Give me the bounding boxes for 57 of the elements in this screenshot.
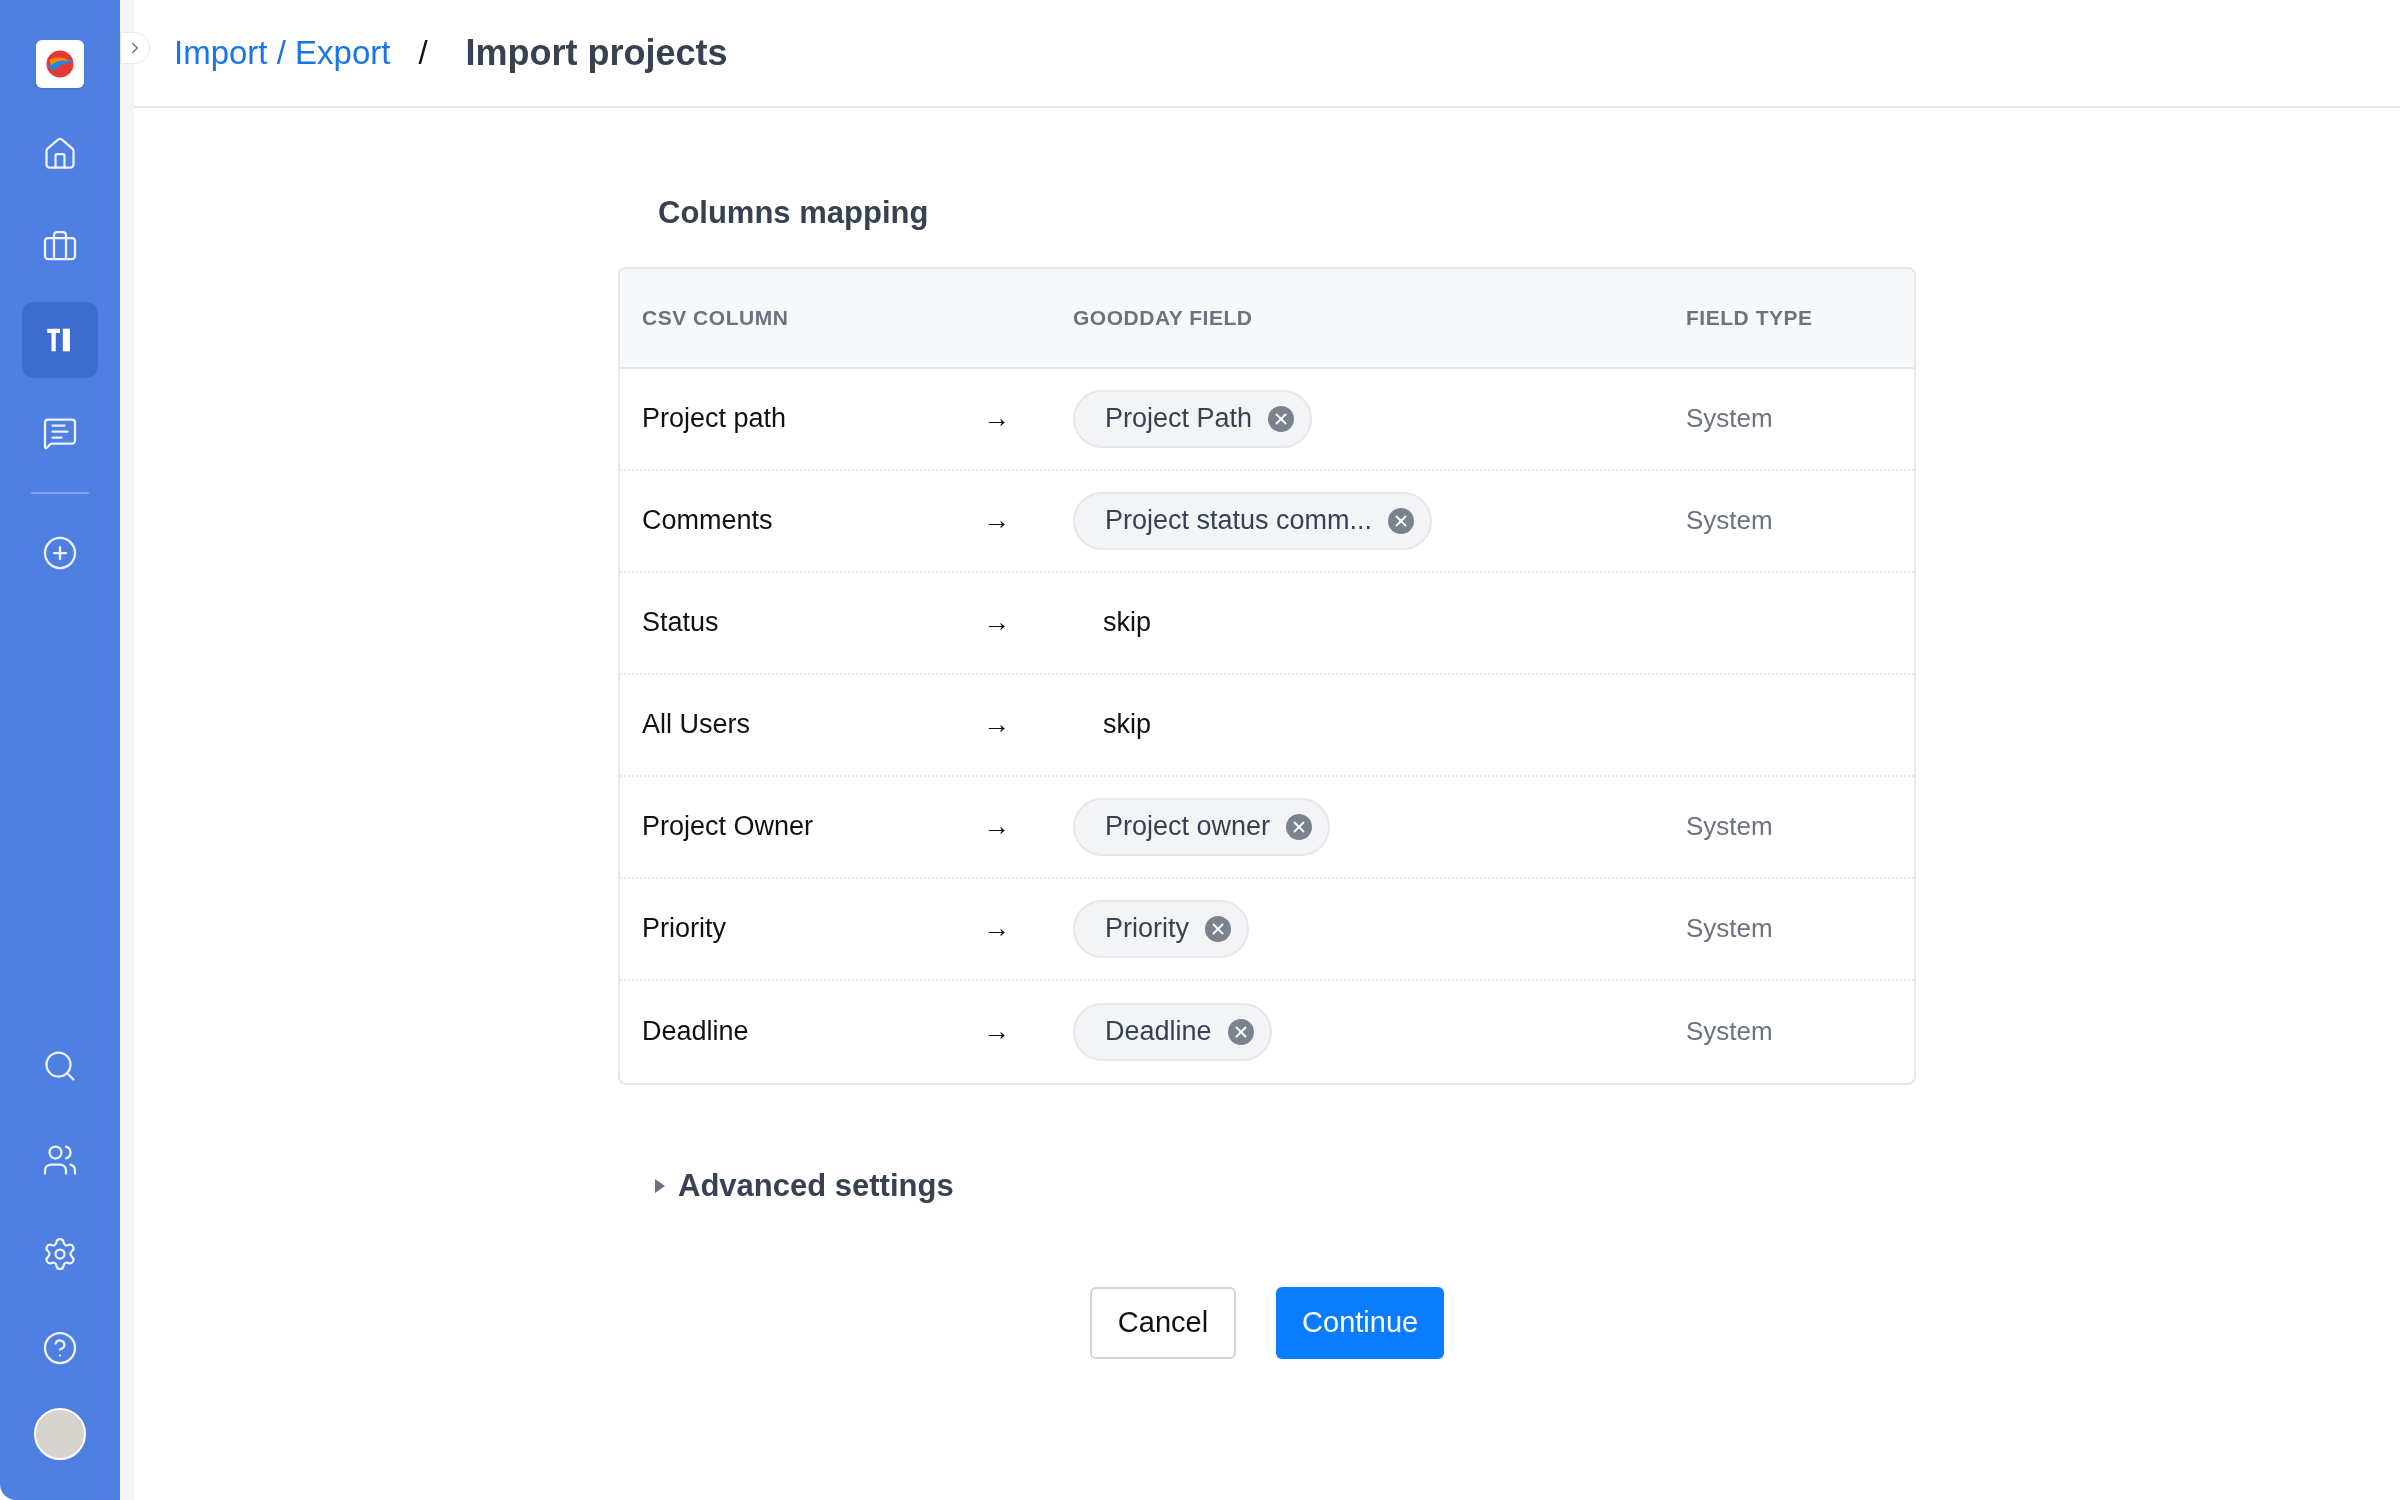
search-icon (42, 1048, 78, 1084)
skip-text: skip (1103, 606, 1151, 640)
column-header: FIELD TYPE (1686, 304, 1814, 331)
remove-icon[interactable] (1268, 405, 1295, 432)
arrow-text: → (983, 708, 1011, 742)
arrow-text: → (983, 402, 1011, 436)
plus-icon (42, 535, 78, 571)
page-title: Import projects (465, 31, 728, 75)
column-header: CSV COLUMN (641, 304, 790, 331)
table-cell-text: Project Owner (642, 810, 815, 844)
table-cell-text: Priority (642, 912, 727, 946)
continue-button[interactable]: Continue (1276, 1287, 1445, 1359)
chat-icon (42, 415, 78, 451)
chip-label: Deadline (1105, 1015, 1212, 1049)
field-chip[interactable]: Priority (1073, 899, 1249, 958)
advanced-settings-toggle[interactable]: Advanced settings (654, 1162, 954, 1209)
table-cell: System (1686, 811, 1773, 842)
breadcrumb-link[interactable]: Import / Export (174, 28, 391, 78)
remove-icon[interactable] (1286, 813, 1313, 840)
caret-icon (654, 1178, 666, 1193)
table-cell-text: All Users (642, 708, 751, 742)
app-logo[interactable] (36, 40, 84, 88)
table-cell: System (1686, 505, 1773, 536)
avatar[interactable] (34, 1408, 86, 1460)
field-chip[interactable]: Deadline (1073, 1002, 1272, 1061)
arrow-text: → (983, 1015, 1011, 1049)
skip-text: skip (1103, 708, 1151, 742)
field-chip[interactable]: Project status comm... (1073, 491, 1433, 550)
chip-label: Priority (1105, 912, 1189, 946)
breadcrumb-separator: / (417, 33, 429, 74)
remove-icon[interactable] (1227, 1018, 1254, 1045)
table-cell-text: Project path (642, 402, 788, 436)
field-chip[interactable]: Project Path (1073, 389, 1313, 448)
table-cell: System (1686, 1016, 1773, 1047)
help-icon (42, 1330, 78, 1366)
table-cell-text: Comments (642, 504, 774, 538)
sidebar-toggle-button[interactable] (120, 32, 150, 64)
cancel-button[interactable]: Cancel (1089, 1287, 1237, 1359)
remove-icon[interactable] (1205, 915, 1231, 942)
arrow-text: → (983, 810, 1011, 844)
table-cell: System (1686, 913, 1773, 944)
chip-label: Project owner (1105, 810, 1271, 844)
table-cell-text: Status (642, 606, 720, 640)
table-cell: System (1686, 403, 1773, 434)
arrow-text: → (983, 504, 1011, 538)
arrow-text: → (983, 606, 1011, 640)
arrow-text: → (983, 912, 1011, 946)
chip-label: Project status comm... (1105, 504, 1373, 538)
sidebar-item[interactable] (22, 302, 98, 378)
chip-label: Project Path (1105, 402, 1253, 436)
home-icon (42, 136, 78, 172)
column-header: GOODDAY FIELD (1073, 304, 1254, 331)
field-chip[interactable]: Project owner (1073, 797, 1331, 856)
settings-icon (42, 1236, 78, 1272)
section-title: Columns mapping (658, 194, 930, 232)
remove-icon[interactable] (1388, 507, 1415, 534)
table-cell-text: Deadline (642, 1015, 750, 1049)
